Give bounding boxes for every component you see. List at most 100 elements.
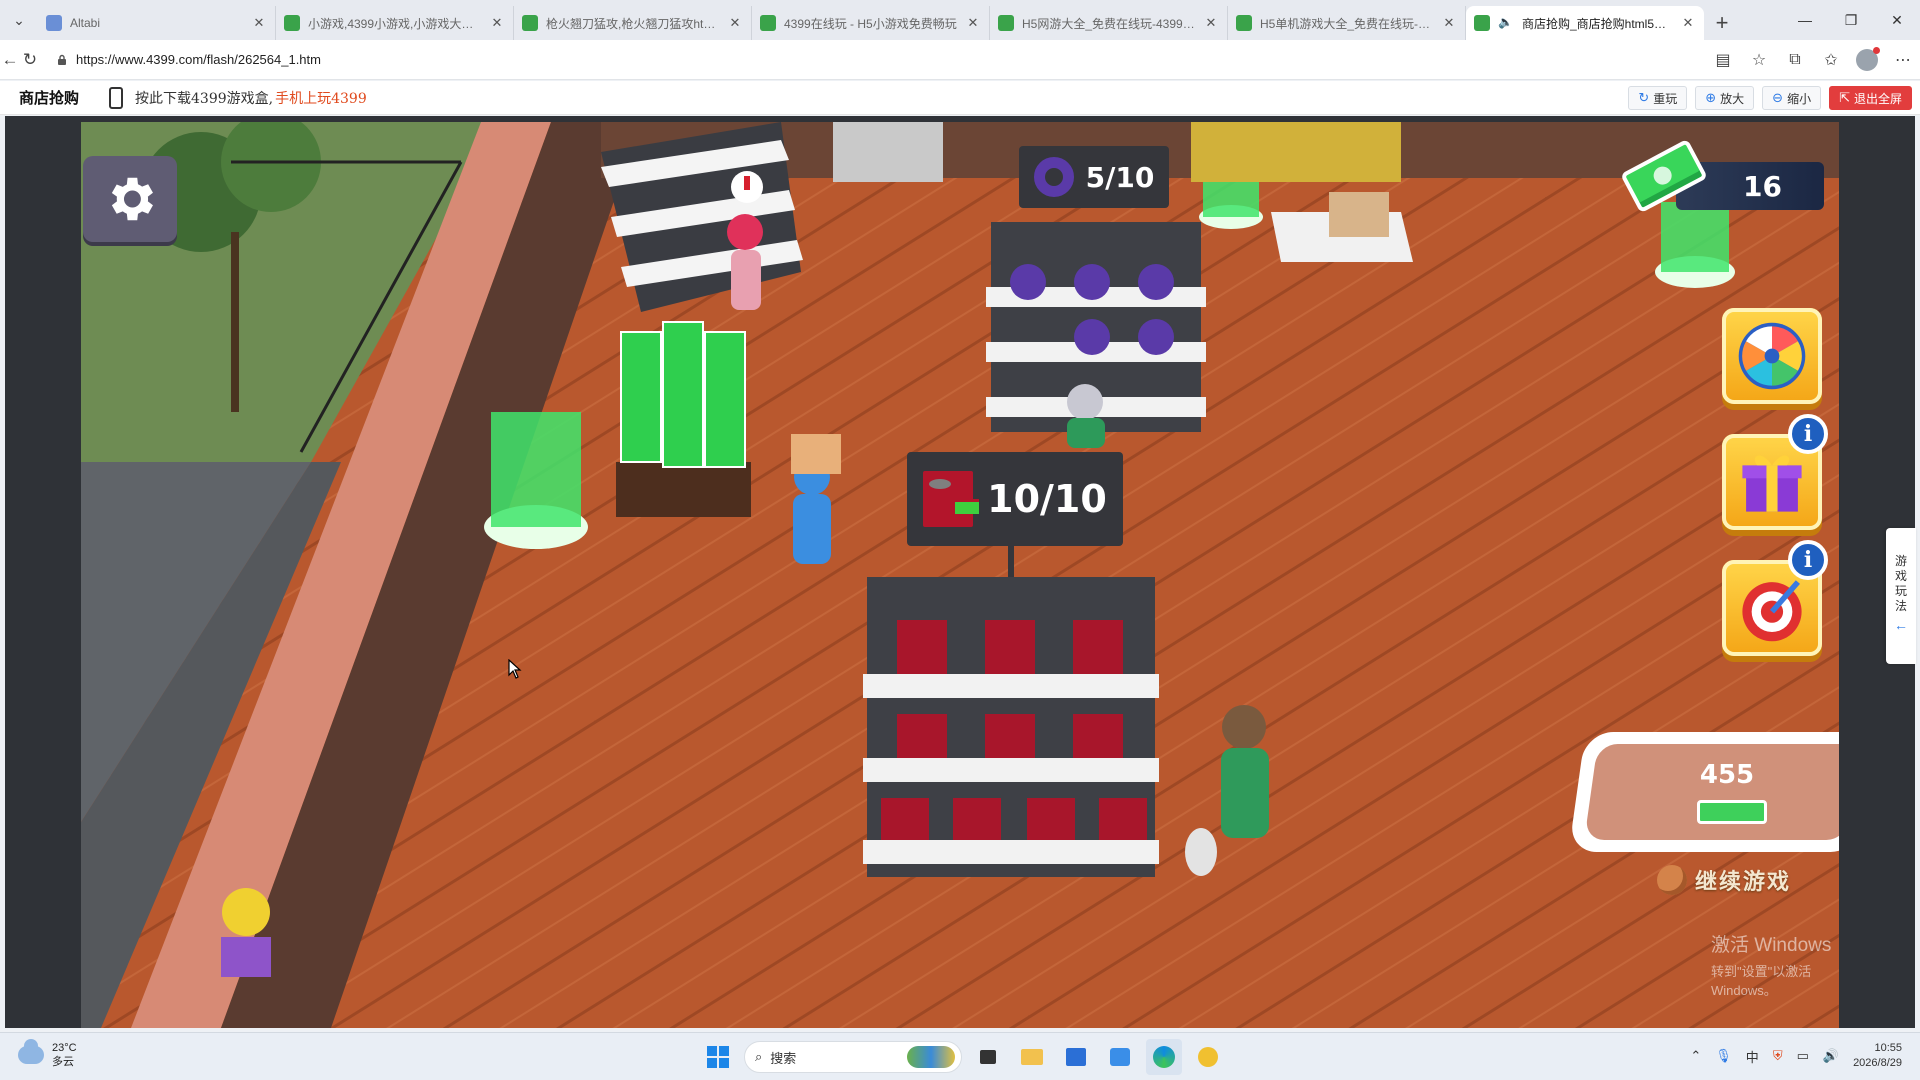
microphone-icon[interactable]: 🎙 <box>1715 1048 1732 1064</box>
weather-condition: 多云 <box>52 1056 74 1068</box>
gift-info-icon[interactable]: i <box>1788 414 1828 454</box>
browser-tab[interactable]: 4399在线玩 - H5小游戏免费畅玩 ✕ <box>752 6 990 40</box>
donut-icon <box>1033 157 1074 197</box>
browser-tab[interactable]: H5单机游戏大全_免费在线玩-4399 ✕ <box>1228 6 1466 40</box>
browser-tab[interactable]: 🔈 商店抢购_商店抢购html5游戏 ✕ <box>1466 6 1704 40</box>
new-tab-button[interactable]: + <box>1704 6 1740 40</box>
clock-date: 2026/8/29 <box>1853 1057 1902 1069</box>
tab-close-icon[interactable]: ✕ <box>727 15 743 31</box>
window-controls: — ❐ ✕ <box>1782 0 1920 40</box>
gift-button[interactable]: i <box>1722 414 1828 530</box>
tray-overflow-icon[interactable]: ⌃ <box>1690 1048 1701 1064</box>
file-explorer-icon[interactable] <box>1014 1039 1050 1075</box>
lucky-wheel-button[interactable] <box>1722 308 1822 404</box>
network-icon[interactable]: ▭ <box>1797 1048 1809 1064</box>
close-window-button[interactable]: ✕ <box>1874 0 1920 40</box>
mouse-cursor-icon <box>508 659 522 679</box>
whiteboard-icon[interactable] <box>1102 1039 1138 1075</box>
zoom-in-label: 放大 <box>1720 91 1745 106</box>
tab-close-icon[interactable]: ✕ <box>1680 15 1696 31</box>
tab-close-icon[interactable]: ✕ <box>1441 15 1457 31</box>
exit-fullscreen-button[interactable]: ⇱ 退出全屏 <box>1829 86 1912 110</box>
exit-fullscreen-label: 退出全屏 <box>1853 91 1902 106</box>
tab-close-icon[interactable]: ✕ <box>489 15 505 31</box>
money-counter: 16 <box>1620 138 1824 214</box>
extensions-icon[interactable]: ⧉ <box>1778 43 1812 77</box>
download-text[interactable]: 按此下载4399游戏盒, <box>135 88 273 108</box>
zoom-in-button[interactable]: ⊕ 放大 <box>1695 86 1755 110</box>
tab-favicon-icon <box>1474 15 1490 31</box>
store-icon[interactable] <box>1058 1039 1094 1075</box>
volume-icon[interactable]: 🔊 <box>1823 1048 1839 1064</box>
tab-title: Altabi <box>70 16 101 30</box>
taskbar-search[interactable]: ⌕ 搜索 <box>744 1041 962 1073</box>
target-button[interactable]: i <box>1722 540 1828 656</box>
url-field[interactable]: https://www.4399.com/flash/262564_1.htm <box>46 45 1666 75</box>
reader-mode-icon[interactable]: ▤ <box>1706 43 1740 77</box>
guide-char-1: 游 <box>1894 554 1907 568</box>
tab-favicon-icon <box>998 15 1014 31</box>
reload-icon[interactable]: ↻ <box>20 42 40 78</box>
watermark-subtitle: 转到"设置"以激活 Windows。 <box>1711 964 1812 998</box>
target-info-icon[interactable]: i <box>1788 540 1828 580</box>
more-menu-icon[interactable]: ⋯ <box>1886 43 1920 77</box>
favorites-list-icon[interactable]: ✩ <box>1814 43 1848 77</box>
game-guide-tab[interactable]: 游 戏 玩 法 ← <box>1886 528 1916 664</box>
task-view-icon[interactable] <box>970 1039 1006 1075</box>
settings-button[interactable] <box>83 156 177 242</box>
zoom-in-icon: ⊕ <box>1705 90 1717 105</box>
replay-button[interactable]: ↻ 重玩 <box>1628 86 1688 110</box>
app-mascot-icon[interactable] <box>1190 1039 1226 1075</box>
clock-time: 10:55 <box>1874 1042 1902 1054</box>
restore-button[interactable]: ❐ <box>1828 0 1874 40</box>
windows-logo-icon <box>707 1046 729 1068</box>
browser-tab[interactable]: 枪火翘刀猛攻,枪火翘刀猛攻html5 ✕ <box>514 6 752 40</box>
security-icon[interactable]: ⛨ <box>1773 1048 1783 1064</box>
replay-icon: ↻ <box>1638 90 1650 105</box>
tab-close-icon[interactable]: ✕ <box>1203 15 1219 31</box>
clock[interactable]: 10:55 2026/8/29 <box>1853 1041 1902 1071</box>
tab-title: 小游戏,4399小游戏,小游戏大全,双 <box>308 16 481 31</box>
guide-char-3: 玩 <box>1894 584 1907 598</box>
profile-avatar[interactable] <box>1856 46 1880 71</box>
url-text: https://www.4399.com/flash/262564_1.htm <box>76 52 321 67</box>
wheel-icon <box>1738 322 1806 390</box>
continue-game-label: 继续游戏 <box>1695 869 1792 894</box>
tab-title: 4399在线玩 - H5小游戏免费畅玩 <box>784 16 957 31</box>
weather-widget[interactable]: 23°C 多云 <box>18 1039 77 1069</box>
guide-char-2: 戏 <box>1894 569 1907 583</box>
arrow-left-icon: ← <box>1894 617 1908 633</box>
tab-audio-icon[interactable]: 🔈 <box>1498 15 1514 31</box>
continue-game-button[interactable]: 继续游戏 <box>1657 860 1837 900</box>
zoom-out-button[interactable]: ⊖ 缩小 <box>1762 86 1822 110</box>
tab-favicon-icon <box>1236 15 1252 31</box>
lock-icon <box>58 54 66 65</box>
watermark-title: 激活 Windows <box>1711 935 1832 956</box>
tab-close-icon[interactable]: ✕ <box>965 15 981 31</box>
favorite-star-icon[interactable]: ☆ <box>1742 43 1776 77</box>
target-icon <box>1742 580 1802 642</box>
minimize-button[interactable]: — <box>1782 0 1828 40</box>
input-method-icon[interactable]: 中 <box>1746 1047 1759 1066</box>
cash-pad-surface <box>1584 744 1839 840</box>
tab-title: 商店抢购_商店抢购html5游戏 <box>1522 16 1672 31</box>
donut-shelf-count: 5/10 <box>1085 160 1155 194</box>
game-canvas[interactable]: 5/10 10/10 16 i i 455 激活 Windows 转到"设置"以… <box>81 122 1839 1028</box>
gear-icon <box>111 177 153 221</box>
start-button[interactable] <box>700 1039 736 1075</box>
edge-browser-icon[interactable] <box>1146 1039 1182 1075</box>
cloud-icon <box>18 1039 44 1064</box>
tab-favicon-icon <box>46 15 62 31</box>
browser-tab[interactable]: Altabi ✕ <box>38 6 276 40</box>
tab-close-icon[interactable]: ✕ <box>251 15 267 31</box>
guide-char-4: 法 <box>1894 599 1907 613</box>
search-placeholder: 搜索 <box>770 1050 797 1066</box>
back-icon[interactable]: ← <box>0 42 20 78</box>
browser-tab[interactable]: H5网游大全_免费在线玩-4399在线 ✕ <box>990 6 1228 40</box>
browser-tab[interactable]: 小游戏,4399小游戏,小游戏大全,双 ✕ <box>276 6 514 40</box>
replay-label: 重玩 <box>1653 91 1678 106</box>
tab-list-menu-icon[interactable]: ⌄ <box>0 0 38 40</box>
mascot-icon <box>1657 865 1687 895</box>
temperature: 23°C <box>52 1042 77 1054</box>
download-link[interactable]: 手机上玩4399 <box>275 88 367 108</box>
